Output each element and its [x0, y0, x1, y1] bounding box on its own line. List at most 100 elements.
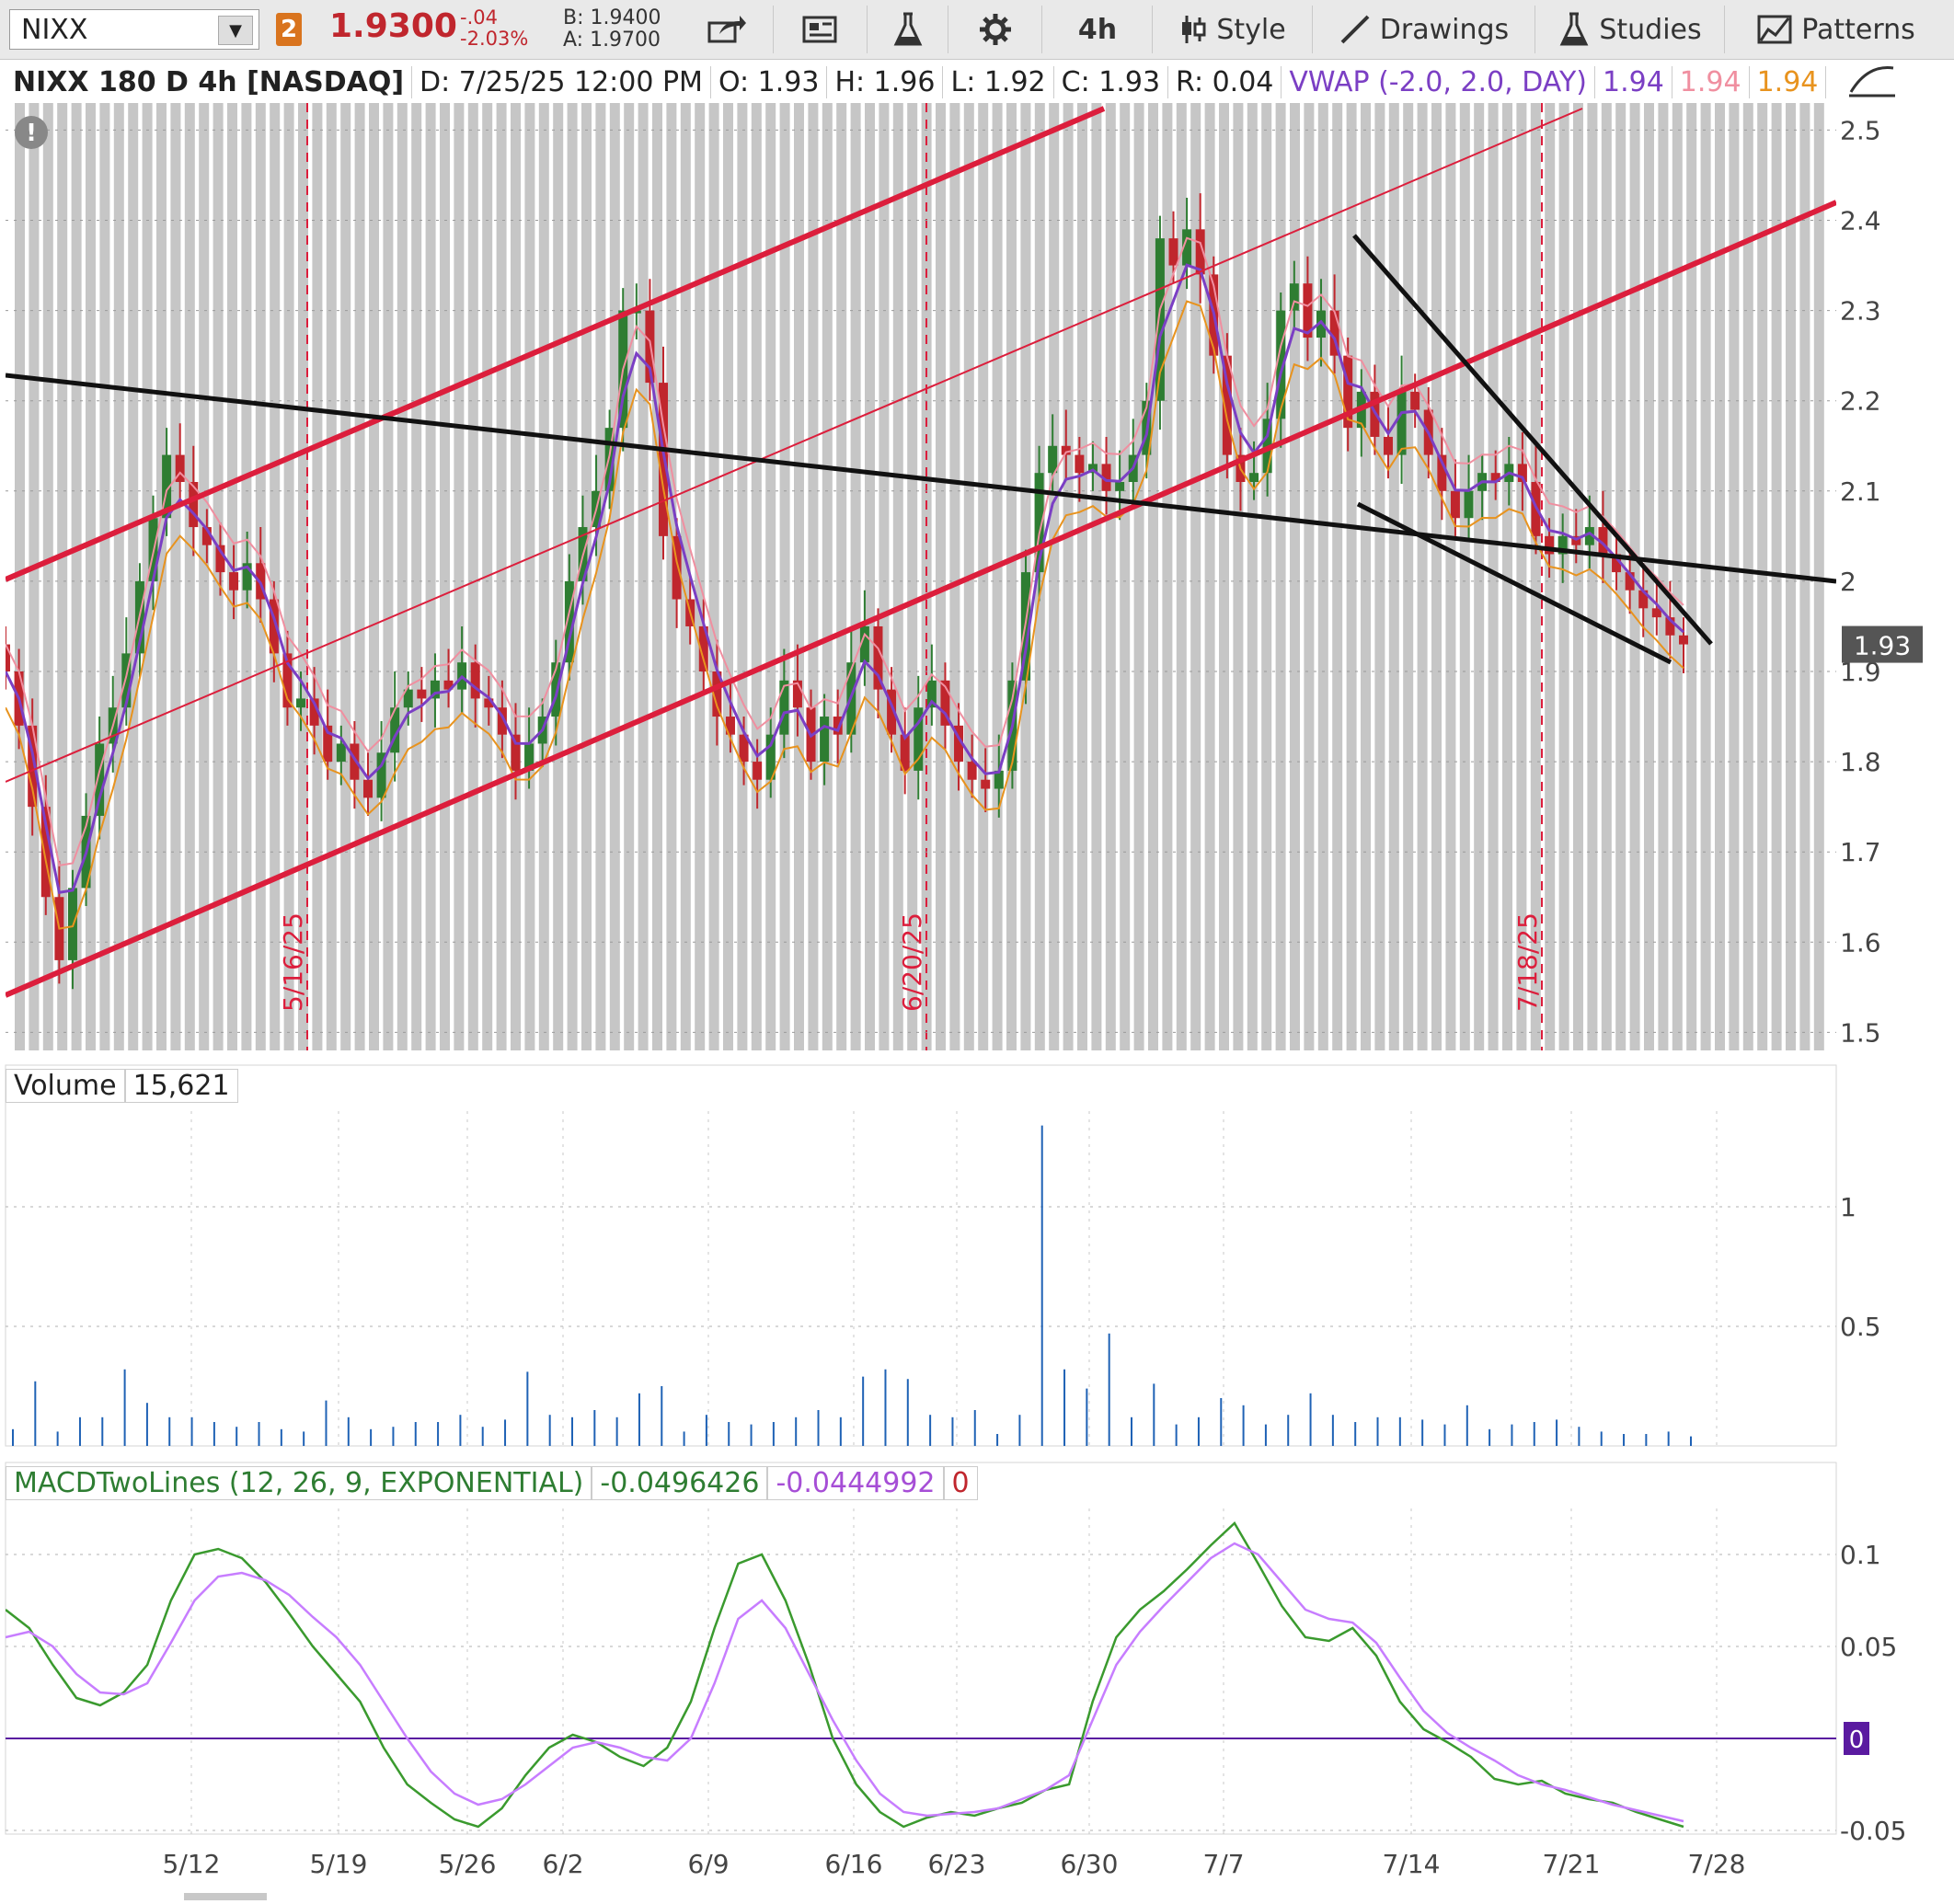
- session-stripe: [1120, 103, 1131, 1050]
- session-stripe: [624, 103, 635, 1050]
- drawing-style-icon[interactable]: [1849, 66, 1895, 97]
- candle-body: [511, 734, 521, 771]
- session-stripe: [1063, 103, 1074, 1050]
- session-stripe: [751, 103, 762, 1050]
- session-stripe: [1233, 103, 1244, 1050]
- session-stripe: [765, 103, 776, 1050]
- macd-panel[interactable]: [5, 1462, 1837, 1835]
- session-stripe: [1105, 103, 1116, 1050]
- session-stripe: [467, 103, 478, 1050]
- session-stripe: [638, 103, 649, 1050]
- candle-body: [362, 779, 373, 798]
- session-stripe: [1317, 103, 1328, 1050]
- candle-body: [1397, 391, 1407, 455]
- volume-axis: 10.5: [1840, 1192, 1881, 1342]
- session-stripe: [808, 103, 819, 1050]
- candle-body: [753, 762, 763, 780]
- candle-body: [779, 680, 789, 735]
- candle-body: [1383, 436, 1393, 455]
- session-stripe: [1757, 103, 1768, 1050]
- candle-body: [1168, 238, 1178, 266]
- macd-tick-label: 0.1: [1840, 1540, 1881, 1570]
- session-stripe: [1459, 103, 1470, 1050]
- session-stripe: [1686, 103, 1697, 1050]
- session-stripe: [312, 103, 323, 1050]
- time-tick-label: 6/30: [1061, 1849, 1119, 1879]
- session-stripe: [1431, 103, 1442, 1050]
- time-tick-label: 6/2: [542, 1849, 583, 1879]
- macd-tick-label: 0.05: [1840, 1632, 1897, 1662]
- time-tick-label: 6/23: [928, 1849, 986, 1879]
- candle-body: [1679, 635, 1688, 645]
- candle-body: [1115, 482, 1125, 491]
- session-stripe: [1573, 103, 1583, 1050]
- candle-body: [1289, 283, 1299, 311]
- session-stripe: [836, 103, 847, 1050]
- session-date-label: 7/18/25: [1512, 912, 1543, 1012]
- price-tick-label: 2.2: [1840, 386, 1881, 417]
- volume-title[interactable]: Volume: [6, 1069, 125, 1103]
- price-tick-label: 2.3: [1840, 296, 1881, 327]
- session-stripe: [128, 103, 139, 1050]
- macd-zero-tag: 0: [1844, 1722, 1869, 1755]
- price-axis: 2.52.42.32.22.121.91.81.71.61.5: [1840, 115, 1881, 1048]
- session-stripe: [723, 103, 733, 1050]
- session-stripe: [737, 103, 748, 1050]
- macd-value: -0.0496426: [592, 1466, 768, 1500]
- session-stripe: [113, 103, 124, 1050]
- price-tick-label: 2: [1840, 567, 1856, 597]
- session-stripe: [1700, 103, 1711, 1050]
- session-stripe: [936, 103, 946, 1050]
- candle-body: [95, 743, 105, 816]
- macd-label: MACDTwoLines (12, 26, 9, EXPONENTIAL) -0…: [6, 1466, 978, 1500]
- session-stripe: [1374, 103, 1385, 1050]
- session-stripe: [794, 103, 804, 1050]
- session-stripe: [283, 103, 294, 1050]
- volume-tick-label: 0.5: [1840, 1312, 1881, 1342]
- candle-body: [1464, 490, 1474, 519]
- price-tick-label: 2.4: [1840, 206, 1881, 236]
- session-stripe: [1742, 103, 1753, 1050]
- candle-body: [229, 572, 239, 591]
- macd-zero-tag-text: 0: [1849, 1726, 1865, 1754]
- time-tick-label: 7/21: [1543, 1849, 1601, 1879]
- session-stripe: [354, 103, 365, 1050]
- session-stripe: [496, 103, 507, 1050]
- candle-body: [189, 482, 199, 528]
- session-stripe: [652, 103, 662, 1050]
- session-stripe: [850, 103, 861, 1050]
- candle-body: [417, 689, 427, 699]
- horizontal-scrollbar-thumb[interactable]: [184, 1893, 267, 1900]
- current-price-text: 1.93: [1854, 631, 1911, 661]
- session-stripe: [1219, 103, 1229, 1050]
- session-stripe: [1275, 103, 1286, 1050]
- session-stripe: [425, 103, 436, 1050]
- volume-panel[interactable]: [5, 1064, 1837, 1447]
- session-stripe: [538, 103, 549, 1050]
- session-stripe: [397, 103, 408, 1050]
- session-date-label: 5/16/25: [278, 912, 308, 1012]
- macd-diff: 0: [943, 1466, 978, 1500]
- candle-body: [1249, 473, 1259, 482]
- macd-tick-label: -0.05: [1840, 1816, 1906, 1846]
- time-tick-label: 5/12: [163, 1849, 221, 1879]
- chart-canvas[interactable]: 5/16/25 6/20/25 7/18/25 ! 2.5 2.4 2.3 2.2 2.1 2…: [0, 0, 1954, 1904]
- candle-body: [6, 644, 10, 671]
- session-stripe: [595, 103, 606, 1050]
- session-stripe: [170, 103, 181, 1050]
- price-tick-label: 1.8: [1840, 747, 1881, 777]
- session-stripe: [1006, 103, 1017, 1050]
- session-stripe: [1204, 103, 1215, 1050]
- session-stripe: [1332, 103, 1343, 1050]
- session-stripe: [340, 103, 351, 1050]
- session-stripe: [411, 103, 422, 1050]
- candle-body: [1450, 490, 1460, 519]
- volume-value: 15,621: [124, 1069, 238, 1103]
- session-stripe: [383, 103, 394, 1050]
- session-stripe: [511, 103, 521, 1050]
- session-stripe: [1516, 103, 1527, 1050]
- session-stripe: [1346, 103, 1357, 1050]
- session-stripe: [1133, 103, 1144, 1050]
- candle-body: [296, 698, 306, 708]
- macd-title[interactable]: MACDTwoLines (12, 26, 9, EXPONENTIAL): [6, 1466, 592, 1500]
